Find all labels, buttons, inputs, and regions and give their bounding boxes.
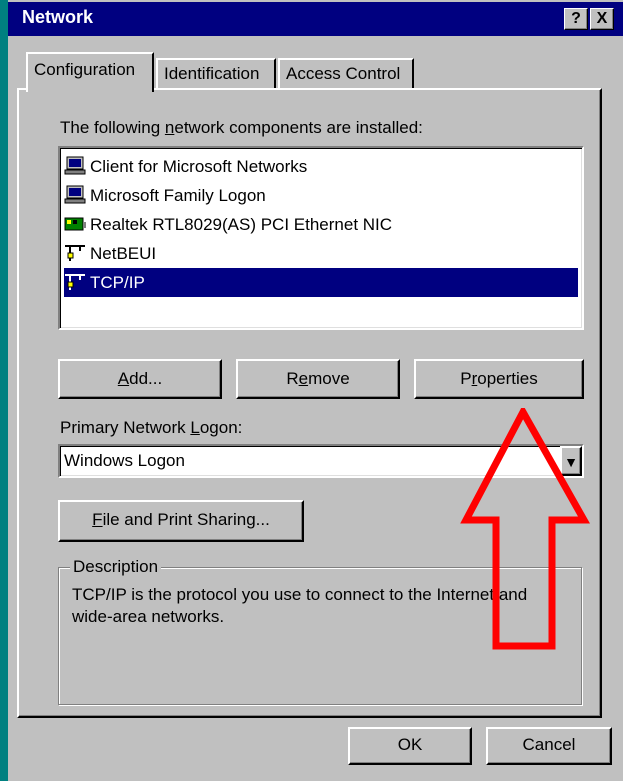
- tab-access-control[interactable]: Access Control: [278, 58, 414, 90]
- components-list[interactable]: Client for Microsoft Networks Microsoft …: [58, 146, 584, 330]
- close-button[interactable]: X: [590, 8, 614, 30]
- tab-identification[interactable]: Identification: [156, 58, 276, 90]
- ok-button[interactable]: OK: [348, 727, 472, 765]
- description-label: Description: [70, 557, 162, 577]
- properties-button[interactable]: Properties: [414, 359, 584, 399]
- client-network-icon: [64, 156, 88, 178]
- components-label: The following network components are ins…: [60, 118, 423, 137]
- tab-label: Identification: [164, 64, 260, 83]
- cancel-button[interactable]: Cancel: [486, 727, 612, 765]
- tab-label: Access Control: [286, 64, 401, 83]
- window-title: Network: [22, 7, 94, 27]
- list-item[interactable]: Realtek RTL8029(AS) PCI Ethernet NIC: [64, 210, 578, 239]
- list-item[interactable]: Microsoft Family Logon: [64, 181, 578, 210]
- client-network-icon: [64, 185, 88, 207]
- tab-configuration[interactable]: Configuration: [26, 52, 154, 92]
- list-item-selected[interactable]: TCP/IP: [64, 268, 578, 297]
- list-item[interactable]: Client for Microsoft Networks: [64, 152, 578, 181]
- desktop-edge: [0, 0, 8, 781]
- network-dialog: Network ? X Configuration Identification…: [0, 0, 623, 781]
- red-arrow-annotation: [460, 408, 590, 650]
- remove-button[interactable]: Remove: [236, 359, 400, 399]
- protocol-icon: [64, 272, 88, 294]
- list-item[interactable]: NetBEUI: [64, 239, 578, 268]
- add-button[interactable]: Add...: [58, 359, 222, 399]
- file-print-sharing-button[interactable]: File and Print Sharing...: [58, 500, 304, 542]
- tab-label: Configuration: [34, 60, 136, 79]
- network-adapter-icon: [64, 214, 88, 236]
- protocol-icon: [64, 243, 88, 265]
- primary-logon-value: Windows Logon: [64, 451, 185, 470]
- title-bar[interactable]: Network ? X: [8, 2, 623, 36]
- help-button[interactable]: ?: [564, 8, 588, 30]
- primary-logon-label: Primary Network Logon:: [60, 418, 243, 437]
